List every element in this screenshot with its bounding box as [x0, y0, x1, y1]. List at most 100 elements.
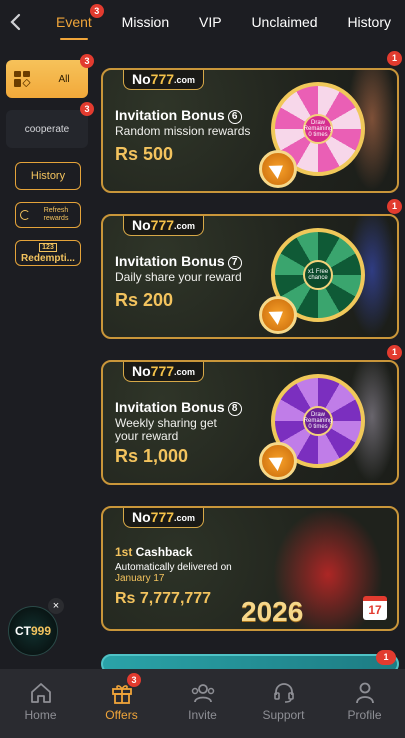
arrow-right-icon: [268, 159, 288, 179]
nav-offers[interactable]: Offers 3: [81, 669, 162, 738]
go-arrow-button[interactable]: [259, 442, 297, 480]
logo-text-no: No: [132, 362, 151, 379]
nav-support[interactable]: Support: [243, 669, 324, 738]
brand-logo: No 777 .com: [123, 508, 205, 528]
card-title-text: Invitation Bonus: [115, 107, 225, 123]
card-title-text: Invitation Bonus: [115, 399, 225, 415]
redemption-button[interactable]: 123 Redempti...: [15, 240, 81, 266]
headset-icon: [271, 681, 297, 705]
logo-text-no: No: [132, 70, 151, 87]
sidebar-item-all-badge: 3: [80, 54, 94, 68]
tab-unclaimed-label: Unclaimed: [251, 14, 318, 30]
nav-invite[interactable]: Invite: [162, 669, 243, 738]
card-subtitle-text: Automatically delivered on: [115, 562, 232, 573]
go-arrow-button[interactable]: [259, 296, 297, 334]
tab-mission[interactable]: Mission: [118, 0, 173, 44]
tab-vip-label: VIP: [199, 14, 222, 30]
event-card-first-cashback[interactable]: No 777 .com 1st Cashback Automatically del…: [101, 506, 399, 631]
nav-support-label: Support: [262, 708, 305, 722]
wheel-hub: Draw Remaining 0 times: [303, 114, 333, 144]
brand-logo: No 777 .com: [123, 70, 205, 90]
card-title-number: 6: [227, 110, 242, 124]
card-amount: Rs 200: [115, 290, 174, 310]
nav-invite-label: Invite: [188, 708, 217, 722]
card-title-number: 8: [227, 402, 242, 416]
home-icon: [28, 681, 54, 705]
logo-text-com: .com: [174, 367, 196, 377]
card-amount: Rs 500: [115, 144, 174, 164]
logo-text-777: 777: [150, 70, 175, 87]
tab-unclaimed[interactable]: Unclaimed: [247, 0, 321, 44]
card-title: Invitation Bonus 6: [115, 107, 242, 124]
tab-vip[interactable]: VIP: [195, 0, 226, 44]
sidebar-item-cooperate[interactable]: cooperate 3: [6, 102, 94, 148]
nav-offers-badge: 3: [127, 673, 141, 687]
tab-event[interactable]: Event 3: [52, 0, 104, 44]
floating-ct999-button[interactable]: CT 999: [8, 606, 58, 656]
floating-close-button[interactable]: ×: [48, 598, 64, 614]
tab-history[interactable]: History: [343, 0, 395, 44]
category-sidebar: All 3 cooperate 3 History Refresh reward…: [0, 44, 96, 669]
card-subtitle: Automatically delivered on January 17: [115, 562, 235, 584]
tab-list: Event 3 Mission VIP Unclaimed History: [30, 0, 405, 44]
wheel-hub: Draw Remaining 0 times: [303, 406, 333, 436]
arrow-right-icon: [268, 451, 288, 471]
calendar-icon: 17: [363, 596, 387, 620]
event-card-invitation-bonus-7[interactable]: No 777 .com Invitation Bonus 7 Daily share …: [101, 214, 399, 339]
tab-event-label: Event: [56, 14, 92, 30]
logo-text-com: .com: [174, 221, 196, 231]
go-arrow-button[interactable]: [259, 150, 297, 188]
sidebar-item-all-label: All: [58, 73, 70, 85]
nav-profile-label: Profile: [347, 708, 382, 722]
card-title: Invitation Bonus 8: [115, 399, 242, 416]
person-icon: [352, 681, 378, 705]
grid-icon: [14, 71, 31, 88]
card-2-badge: 1: [387, 199, 402, 214]
redemption-button-label: Redempti...: [21, 252, 75, 264]
wheel-hub: x1 Free chance: [303, 260, 333, 290]
app-root: Event 3 Mission VIP Unclaimed History Al…: [0, 0, 405, 738]
users-icon: [190, 681, 216, 705]
refresh-rewards-label: Refresh rewards: [43, 207, 69, 222]
card-title-highlight: 1st: [115, 545, 133, 559]
logo-text-777: 777: [150, 508, 175, 525]
card-subtitle: Daily share your reward: [115, 270, 242, 284]
event-card-invitation-bonus-8[interactable]: No 777 .com Invitation Bonus 8 Weekly shari…: [101, 360, 399, 485]
refresh-rewards-button[interactable]: Refresh rewards: [15, 202, 81, 228]
logo-text-com: .com: [174, 75, 196, 85]
floating-logo-text-ct: CT: [14, 624, 31, 638]
top-tab-bar: Event 3 Mission VIP Unclaimed History: [0, 0, 405, 44]
floating-logo-text-999: 999: [30, 624, 52, 638]
nav-home[interactable]: Home: [0, 669, 81, 738]
card-title-text: Cashback: [132, 545, 193, 559]
logo-text-no: No: [132, 508, 151, 525]
logo-text-777: 777: [150, 362, 175, 379]
refresh-icon: [20, 210, 30, 220]
sidebar-item-cooperate-badge: 3: [80, 102, 94, 116]
card-amount: Rs 1,000: [115, 446, 189, 466]
event-card-invitation-bonus-6[interactable]: No 777 .com Invitation Bonus 6 Random missi…: [101, 68, 399, 193]
card-subtitle: Weekly sharing get your reward: [115, 416, 217, 443]
card-1-badge: 1: [387, 51, 402, 66]
nav-profile[interactable]: Profile: [324, 669, 405, 738]
card-title: Invitation Bonus 7: [115, 253, 242, 270]
card-title-number: 7: [227, 256, 242, 270]
brand-logo: No 777 .com: [123, 362, 205, 382]
bottom-navigation: Home Offers 3 Invite Support Profile: [0, 669, 405, 738]
logo-text-777: 777: [150, 216, 175, 233]
history-button[interactable]: History: [15, 162, 81, 190]
sidebar-item-all[interactable]: All 3: [6, 54, 94, 98]
card-3-badge: 1: [387, 345, 402, 360]
sidebar-item-cooperate-label: cooperate: [24, 123, 70, 135]
redeem-code-icon: 123: [39, 242, 57, 252]
card-amount: Rs 7,777,777: [115, 590, 212, 607]
brand-logo: No 777 .com: [123, 216, 205, 236]
card-subtitle: Random mission rewards: [115, 124, 251, 138]
back-button[interactable]: [0, 0, 30, 44]
tab-event-badge: 3: [89, 4, 104, 18]
arrow-right-icon: [268, 305, 288, 325]
card-title: 1st Cashback: [115, 545, 192, 559]
chevron-left-icon: [10, 13, 21, 31]
tab-history-label: History: [347, 14, 391, 30]
nav-home-label: Home: [24, 708, 57, 722]
